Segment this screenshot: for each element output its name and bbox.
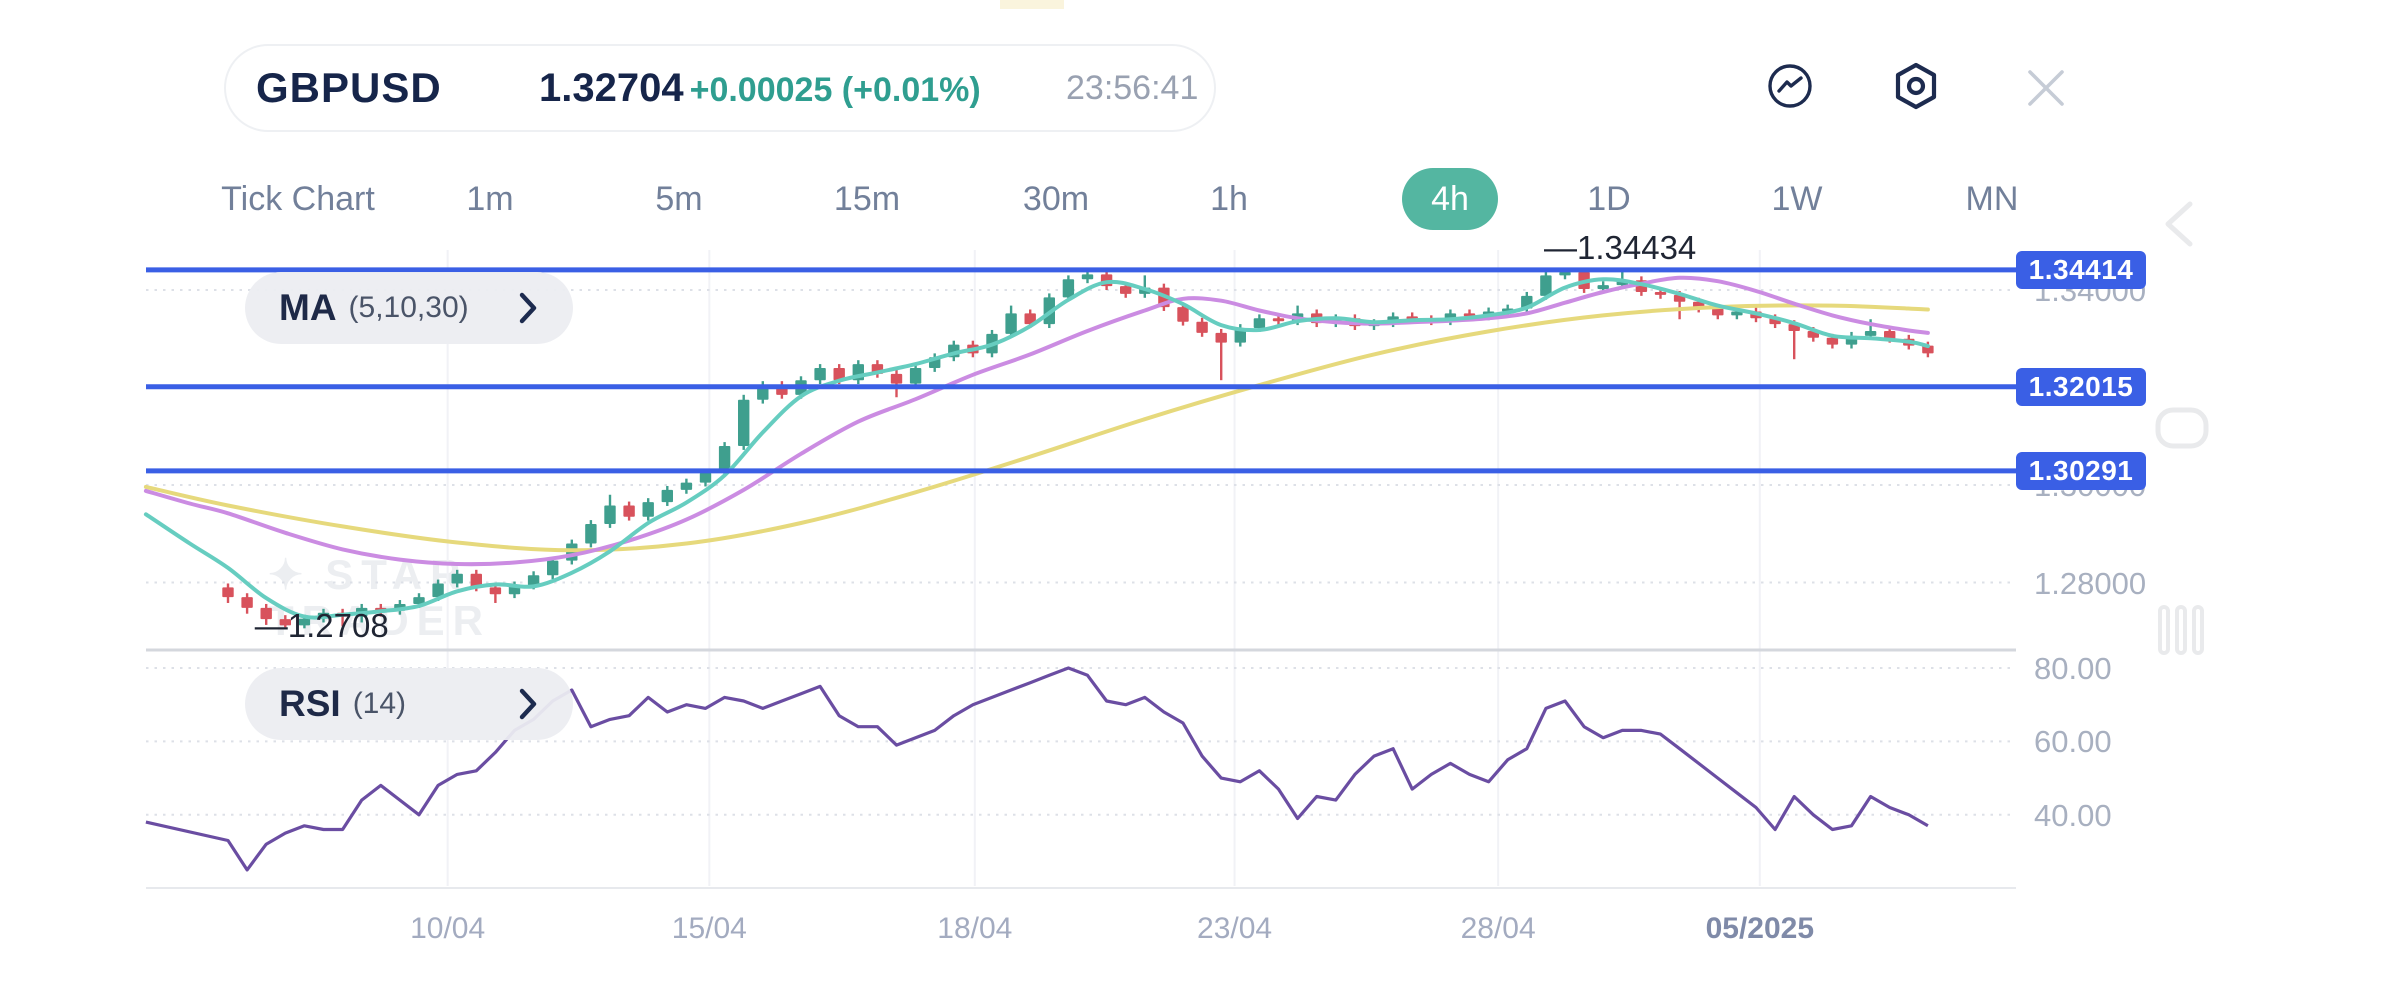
- price-axis-label: 1.28000: [2034, 566, 2146, 602]
- trend-line-icon: [1764, 60, 1816, 112]
- date-axis-label: 10/04: [410, 912, 485, 946]
- last-price: 1.32704: [539, 66, 684, 111]
- quote-time: 23:56:41: [1066, 69, 1198, 108]
- settings-hexagon-icon: [1889, 59, 1943, 113]
- rsi-indicator-name: RSI: [279, 683, 341, 725]
- rsi-axis-label: 40.00: [2034, 798, 2112, 834]
- date-axis-label: 28/04: [1461, 912, 1536, 946]
- symbol-name: GBPUSD: [256, 64, 442, 112]
- timeframe-tab-tick-chart[interactable]: Tick Chart: [221, 168, 375, 230]
- chevron-left-icon: [2150, 192, 2210, 252]
- timeframe-tab-mn[interactable]: MN: [1966, 168, 2019, 230]
- symbol-info-pill[interactable]: GBPUSD 1.32704 +0.00025 (+0.01%) 23:56:4…: [224, 44, 1216, 132]
- date-axis-label: 15/04: [672, 912, 747, 946]
- trading-chart-window: ✦ STAR TRADER GBPUSD 1.32704 +0.00025 (+…: [0, 0, 2402, 995]
- date-axis-label: 05/2025: [1706, 912, 1814, 946]
- ma-indicator-params: (5,10,30): [349, 291, 469, 325]
- price-annotation: —1.2708: [255, 607, 389, 645]
- rsi-axis-label: 80.00: [2034, 651, 2112, 687]
- timeframe-tab-1h[interactable]: 1h: [1210, 168, 1248, 230]
- timeframe-tab-30m[interactable]: 30m: [1023, 168, 1089, 230]
- ma-indicator-name: MA: [279, 287, 337, 329]
- rsi-indicator-pill[interactable]: RSI (14): [245, 668, 573, 740]
- close-icon: [2022, 64, 2070, 112]
- shape-tool-button[interactable]: [2150, 404, 2212, 457]
- volume-bars-icon: [2150, 602, 2212, 658]
- rsi-axis-label: 60.00: [2034, 724, 2112, 760]
- chevron-right-icon: [517, 687, 539, 721]
- close-chart-button[interactable]: [2018, 60, 2074, 116]
- price-level-tag[interactable]: 1.32015: [2016, 368, 2146, 406]
- rounded-square-icon: [2150, 404, 2212, 452]
- volume-panel-button[interactable]: [2150, 602, 2212, 663]
- status-bar-artifact: [1000, 0, 1064, 9]
- date-axis-label: 18/04: [937, 912, 1012, 946]
- rsi-indicator-params: (14): [353, 687, 406, 721]
- timeframe-tab-15m[interactable]: 15m: [834, 168, 900, 230]
- chevron-right-icon: [517, 291, 539, 325]
- price-change: +0.00025 (+0.01%): [690, 71, 981, 110]
- panel-collapse-button[interactable]: [2150, 192, 2210, 257]
- timeframe-tab-1m[interactable]: 1m: [466, 168, 513, 230]
- timeframe-tab-4h[interactable]: 4h: [1402, 168, 1498, 230]
- price-level-tag[interactable]: 1.34414: [2016, 251, 2146, 289]
- price-annotation: —1.34434: [1544, 229, 1696, 267]
- ma-indicator-pill[interactable]: MA (5,10,30): [245, 272, 573, 344]
- price-group: 1.32704 +0.00025 (+0.01%): [539, 66, 981, 111]
- date-axis-label: 23/04: [1197, 912, 1272, 946]
- trend-line-icon-button[interactable]: [1762, 58, 1818, 114]
- chart-settings-button[interactable]: [1888, 58, 1944, 114]
- timeframe-tab-1d[interactable]: 1D: [1587, 168, 1630, 230]
- timeframe-tab-1w[interactable]: 1W: [1772, 168, 1823, 230]
- timeframe-tab-5m[interactable]: 5m: [655, 168, 702, 230]
- price-level-tag[interactable]: 1.30291: [2016, 452, 2146, 490]
